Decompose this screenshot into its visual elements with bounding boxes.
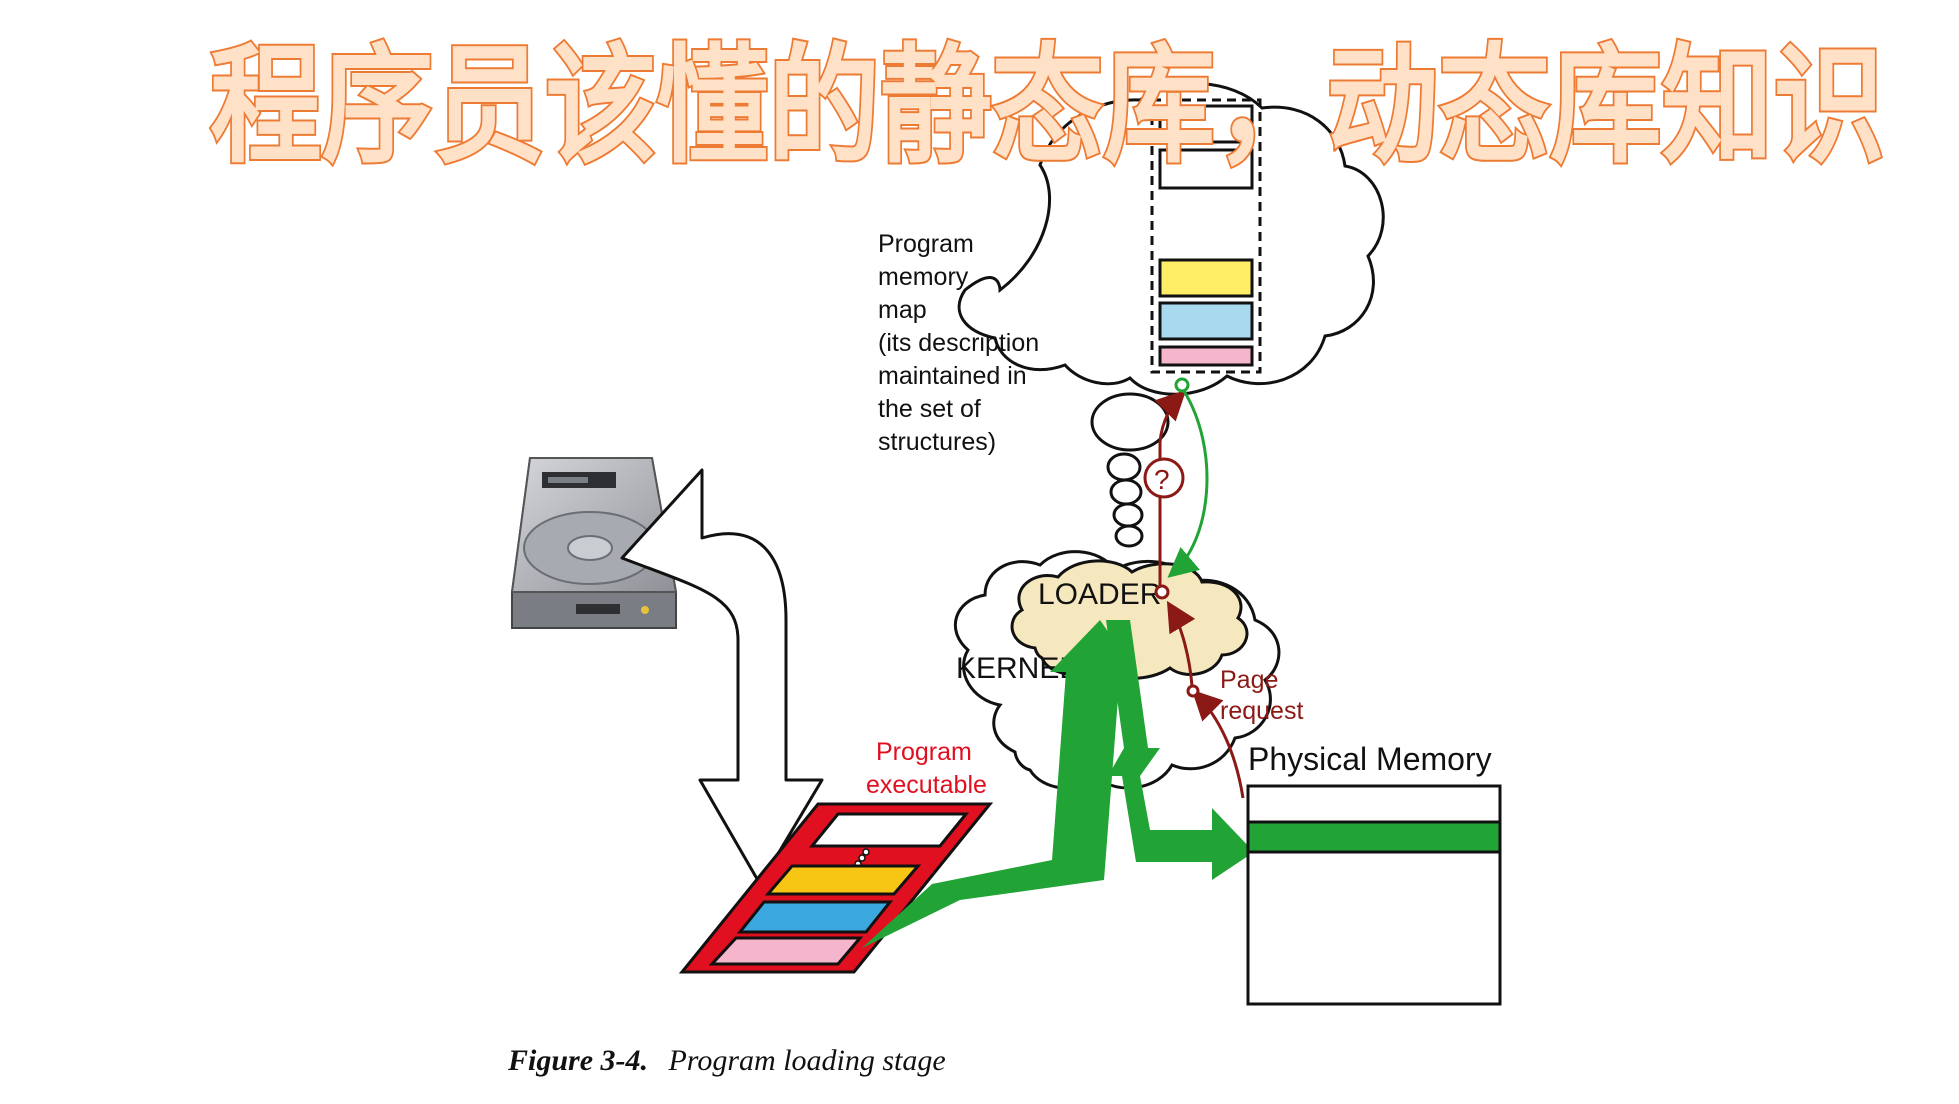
physical-memory-box bbox=[1246, 784, 1502, 1006]
memory-map-segment-yellow bbox=[1158, 258, 1254, 298]
figure-caption-text: Program loading stage bbox=[667, 1044, 945, 1077]
memory-map-segment-pink bbox=[1158, 345, 1254, 367]
physical-memory-label: Physical Memory bbox=[1248, 741, 1492, 777]
memory-map-label: Program memory map (its description main… bbox=[878, 230, 1046, 456]
program-executable-label: Program executable bbox=[866, 738, 987, 799]
memory-map-node bbox=[1174, 377, 1190, 393]
physical-memory-loaded-page bbox=[1246, 820, 1502, 854]
loader-label: LOADER bbox=[1038, 578, 1161, 611]
memory-map-segment-blue bbox=[1158, 301, 1254, 341]
program-loading-diagram: Program memory map (its description main… bbox=[208, 30, 1887, 1077]
figure-number: Figure 3-4. bbox=[507, 1044, 648, 1077]
load-from-disk-arrow bbox=[620, 468, 824, 886]
loader-node bbox=[1154, 584, 1170, 600]
figure-caption: Figure 3-4. Program loading stage bbox=[507, 1044, 946, 1077]
page-request-node bbox=[1186, 684, 1200, 698]
banner-title: 程序员该懂的静态库，动态库知识 bbox=[210, 32, 1885, 181]
question-mark: ? bbox=[1154, 464, 1170, 495]
